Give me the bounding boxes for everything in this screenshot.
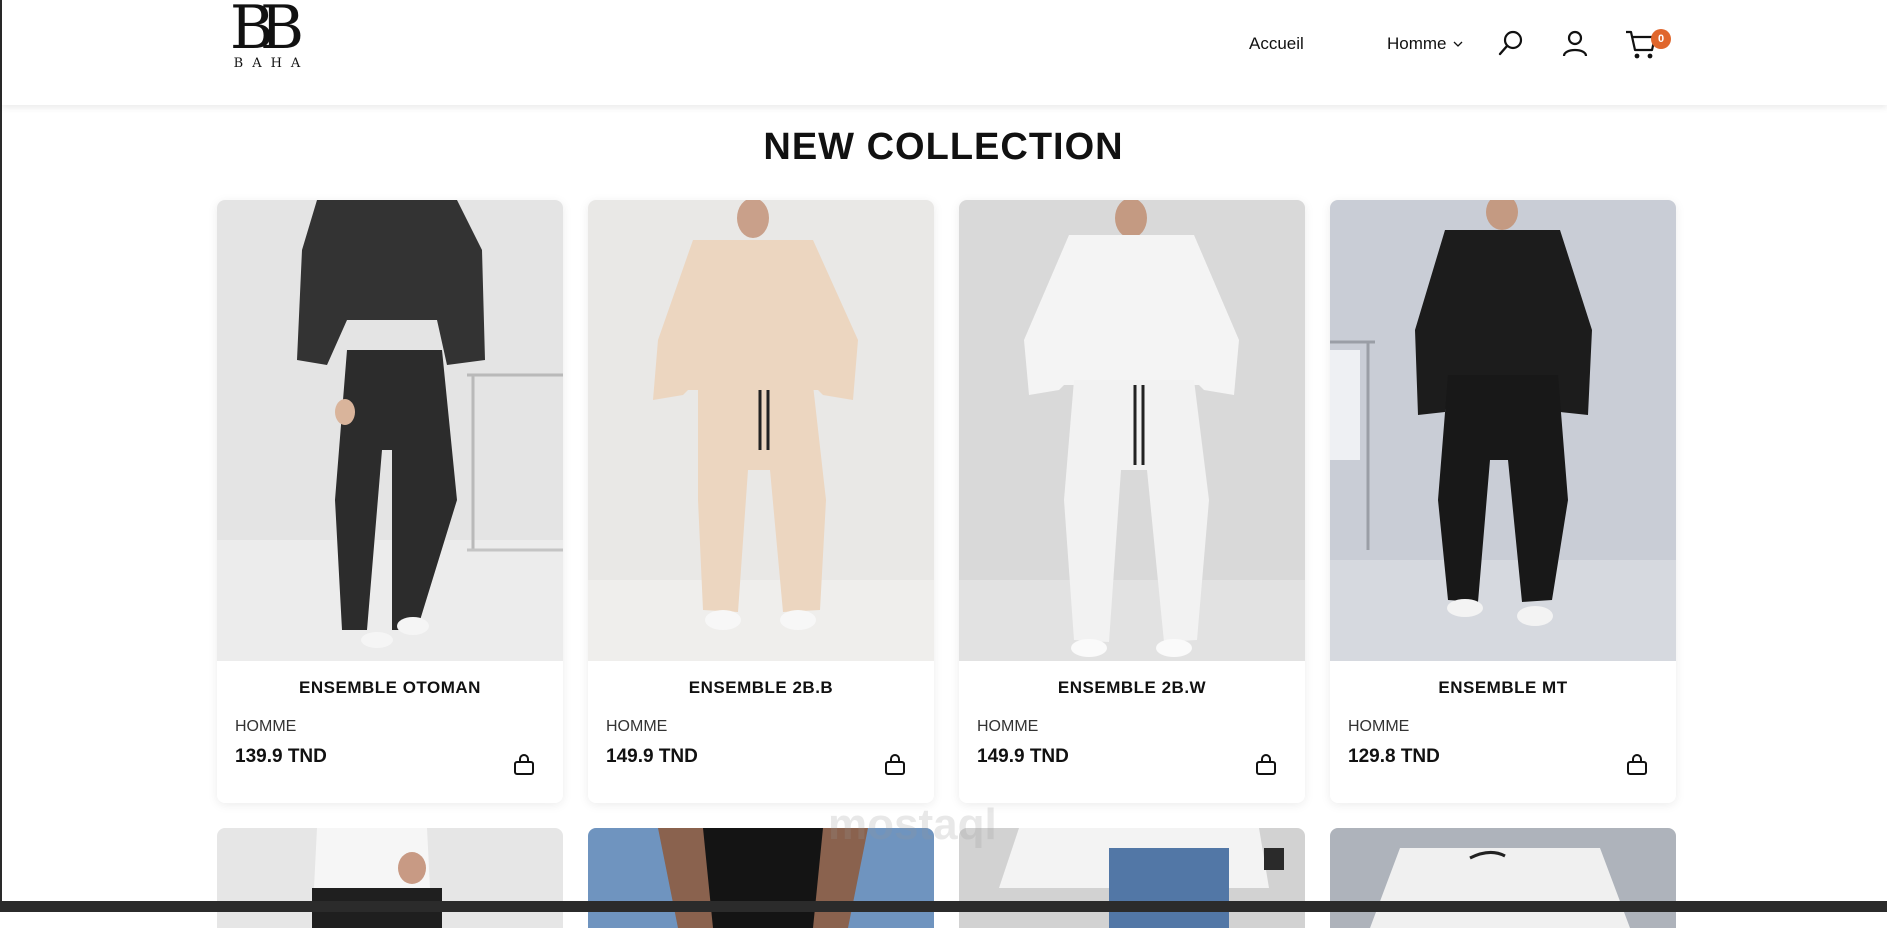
nav-homme-label: Homme [1387, 34, 1447, 53]
add-to-cart-bag-icon[interactable] [513, 754, 535, 776]
product-card-partial[interactable] [1330, 828, 1676, 928]
product-photo [1330, 200, 1676, 661]
product-photo [217, 828, 563, 928]
product-name[interactable]: ENSEMBLE OTOMAN [217, 678, 563, 698]
product-card[interactable]: ENSEMBLE 2B.W HOMME 149.9 TND [959, 200, 1305, 803]
chevron-down-icon [1453, 41, 1462, 47]
site-header: BB BAHA Accueil Homme 0 [2, 0, 1887, 105]
product-card-partial[interactable] [959, 828, 1305, 928]
product-price: 139.9 TND [235, 746, 327, 767]
product-card[interactable]: ENSEMBLE MT HOMME 129.8 TND [1330, 200, 1676, 803]
product-photo [1330, 828, 1676, 928]
product-category: HOMME [606, 718, 668, 735]
product-price: 129.8 TND [1348, 746, 1440, 767]
section-title: NEW COLLECTION [763, 126, 1124, 168]
product-card[interactable]: ENSEMBLE OTOMAN HOMME 139.9 TND [217, 200, 563, 803]
product-card-partial[interactable] [217, 828, 563, 928]
product-price: 149.9 TND [977, 746, 1069, 767]
nav-homme-dropdown[interactable]: Homme [1387, 34, 1463, 54]
add-to-cart-bag-icon[interactable] [1255, 754, 1277, 776]
product-name[interactable]: ENSEMBLE 2B.W [959, 678, 1305, 698]
product-category: HOMME [977, 718, 1039, 735]
logo-text: BAHA [233, 56, 310, 71]
add-to-cart-bag-icon[interactable] [1626, 754, 1648, 776]
bottom-taskbar-strip [0, 901, 1887, 912]
search-icon[interactable] [1496, 28, 1526, 58]
product-card[interactable]: ENSEMBLE 2B.B HOMME 149.9 TND [588, 200, 934, 803]
product-price: 149.9 TND [606, 746, 698, 767]
product-photo [588, 200, 934, 661]
product-name[interactable]: ENSEMBLE 2B.B [588, 678, 934, 698]
product-name[interactable]: ENSEMBLE MT [1330, 678, 1676, 698]
product-photo [959, 828, 1305, 928]
nav-accueil[interactable]: Accueil [1249, 34, 1304, 54]
logo-mark: BB [229, 0, 304, 63]
brand-logo[interactable]: BB BAHA [217, 0, 317, 82]
product-image[interactable] [588, 200, 934, 661]
product-category: HOMME [1348, 718, 1410, 735]
product-photo [959, 200, 1305, 661]
product-category: HOMME [235, 718, 297, 735]
user-icon[interactable] [1560, 28, 1590, 58]
add-to-cart-bag-icon[interactable] [884, 754, 906, 776]
product-image[interactable] [959, 200, 1305, 661]
product-image[interactable] [217, 200, 563, 661]
product-photo [217, 200, 563, 661]
product-image[interactable] [1330, 200, 1676, 661]
watermark-text: mostaql [828, 800, 997, 849]
cart-count-badge: 0 [1651, 29, 1671, 49]
